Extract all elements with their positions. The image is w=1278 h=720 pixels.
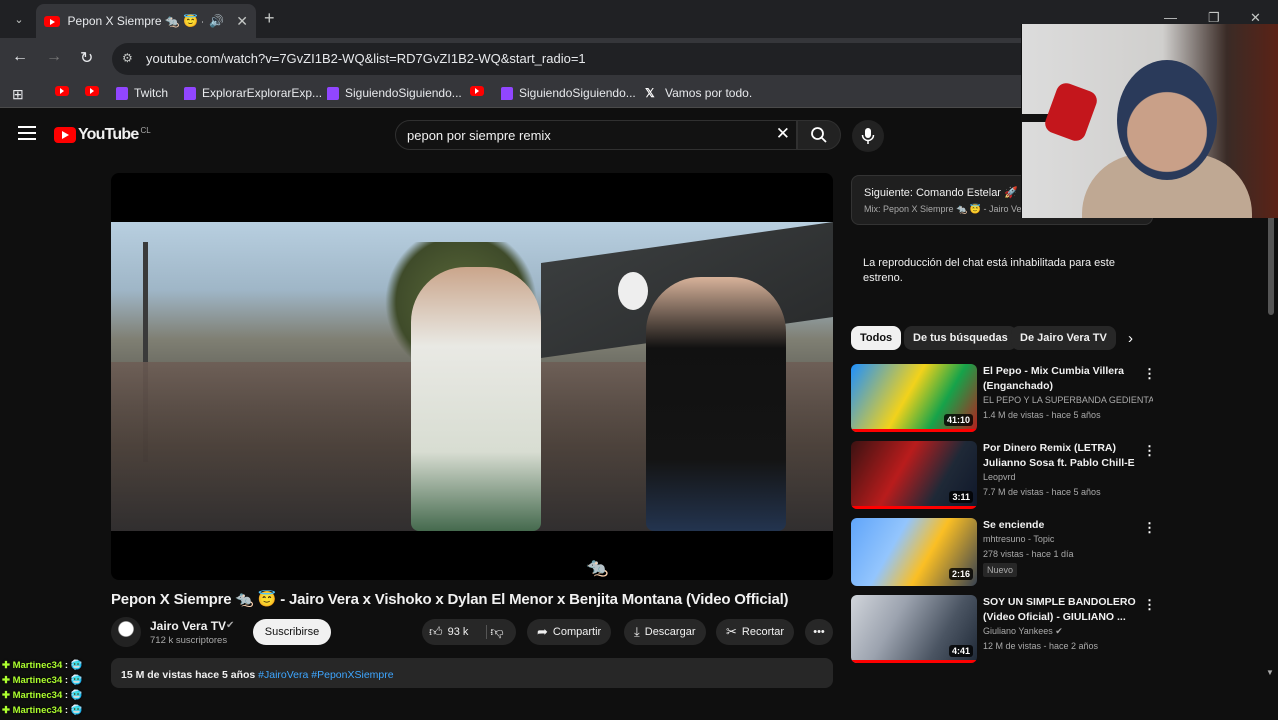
channel-name[interactable]: Jairo Vera TV	[150, 619, 226, 633]
url-text[interactable]: youtube.com/watch?v=7GvZI1B2-WQ&list=RD7…	[146, 51, 586, 66]
share-icon: ➦	[537, 624, 548, 639]
channel-avatar[interactable]	[111, 617, 141, 647]
bookmark-twitch[interactable]: Twitch	[116, 86, 168, 100]
search-query[interactable]: pepon por siempre remix	[407, 128, 551, 143]
close-tab-icon[interactable]: ✕	[236, 13, 248, 30]
more-vertical-icon[interactable]: ⋮	[1143, 443, 1156, 459]
share-button[interactable]: ➦ Compartir	[527, 619, 612, 645]
search-button[interactable]	[797, 120, 841, 150]
bookmark-explorar[interactable]: ExplorarExplorarExp...	[184, 86, 322, 100]
chat-message: ✚ Martinec34 : 🥶	[2, 660, 83, 671]
chip-todos[interactable]: Todos	[851, 326, 902, 350]
menu-icon[interactable]	[18, 126, 36, 140]
more-horizontal-icon: •••	[813, 626, 825, 638]
view-count-date: 15 M de vistas hace 5 años	[121, 669, 256, 681]
scissors-icon: ✂	[726, 624, 737, 639]
verified-icon: ✔	[226, 620, 235, 631]
youtube-favicon-icon	[44, 15, 60, 27]
forward-icon[interactable]: →	[46, 48, 62, 66]
youtube-icon	[55, 86, 69, 96]
more-vertical-icon[interactable]: ⋮	[1143, 366, 1156, 382]
video-frame	[111, 222, 833, 531]
video-thumbnail[interactable]: 3:11	[851, 441, 977, 509]
new-badge: Nuevo	[983, 563, 1018, 577]
apps-icon[interactable]: ⊞	[12, 86, 24, 103]
bookmark-siguiendo-1[interactable]: SiguiendoSiguiendo...	[327, 86, 462, 100]
browser-tab[interactable]: Pepon X Siempre 🐀 😇 - Ja 🔊 ✕	[36, 4, 256, 38]
x-icon: 𝕏	[645, 86, 655, 100]
new-tab-icon[interactable]: +	[264, 8, 275, 29]
scrollbar-thumb[interactable]	[1268, 215, 1274, 315]
search-input[interactable]: pepon por siempre remix ✕	[395, 120, 797, 150]
tab-title: Pepon X Siempre 🐀 😇 - Ja	[67, 14, 204, 28]
video-thumbnail[interactable]: 2:16	[851, 518, 977, 586]
recommendation-item[interactable]: 2:16 Se enciende mhtresuno - Topic 278 v…	[851, 518, 1156, 586]
description-box[interactable]: 15 M de vistas hace 5 años #JairoVera #P…	[111, 658, 833, 688]
verified-icon: ✔	[1055, 626, 1063, 636]
up-next-mix: Mix: Pepon X Siempre 🐀 😇 - Jairo Ver	[864, 204, 1025, 214]
video-thumbnail[interactable]: 4:41	[851, 595, 977, 663]
twitch-icon	[116, 86, 128, 100]
download-button[interactable]: ⤓ Descargar	[624, 619, 706, 645]
download-icon: ⤓	[634, 624, 640, 639]
video-title: Pepon X Siempre 🐀 😇 - Jairo Vera x Visho…	[111, 591, 789, 608]
thumbs-down-icon[interactable]: 👎︎	[490, 624, 503, 640]
minimize-icon[interactable]: —	[1164, 10, 1177, 25]
like-dislike-group: 👍︎ 93 k 👎︎	[422, 619, 516, 645]
microphone-icon	[861, 128, 875, 144]
thumbs-up-icon[interactable]: 👍︎	[429, 624, 443, 640]
streamer	[1117, 60, 1217, 180]
bookmark-siguiendo-2[interactable]: SiguiendoSiguiendo...	[501, 86, 636, 100]
recommendation-item[interactable]: 41:10 El Pepo - Mix Cumbia Villera (Enga…	[851, 364, 1156, 432]
video-player[interactable]: 🐀	[111, 173, 833, 580]
clear-search-icon[interactable]: ✕	[776, 124, 790, 144]
rat-watermark-icon: 🐀	[586, 557, 609, 577]
recommendation-item[interactable]: 4:41 SOY UN SIMPLE BANDOLERO (Video Ofic…	[851, 595, 1156, 663]
site-info-icon[interactable]: ⚙	[122, 51, 133, 65]
bookmark-youtube-1[interactable]	[55, 86, 69, 96]
divider	[486, 625, 487, 639]
twitch-icon	[501, 86, 513, 100]
scroll-down-icon[interactable]: ▼	[1266, 668, 1274, 677]
streamer-microphone	[1042, 80, 1100, 144]
webcam-overlay	[1021, 24, 1278, 218]
chat-message: ✚ Martinec34 : 🥶	[2, 675, 83, 686]
reload-icon[interactable]: ↻	[80, 48, 93, 68]
twitch-icon	[327, 86, 339, 100]
youtube-play-icon	[54, 127, 76, 143]
youtube-logo[interactable]: YouTube CL	[54, 126, 151, 144]
bookmark-x[interactable]: 𝕏 Vamos por todo.	[645, 86, 752, 100]
youtube-icon	[85, 86, 99, 96]
twitch-icon	[184, 86, 196, 100]
video-thumbnail[interactable]: 41:10	[851, 364, 977, 432]
more-vertical-icon[interactable]: ⋮	[1143, 597, 1156, 613]
up-next-title: Siguiente: Comando Estelar 🚀 - G	[864, 187, 1037, 199]
back-icon[interactable]: ←	[12, 48, 28, 66]
speaker-icon[interactable]: 🔊	[209, 14, 224, 28]
bookmark-youtube-2[interactable]	[85, 86, 99, 96]
tab-search-menu-icon[interactable]: ⌄	[8, 8, 30, 30]
more-vertical-icon[interactable]: ⋮	[1143, 520, 1156, 536]
chip-de-tus-busquedas[interactable]: De tus búsquedas	[904, 326, 1017, 350]
hashtags: #JairoVera #PeponXSiempre	[258, 669, 394, 681]
chat-message: ✚ Martinec34 : 🥶	[2, 690, 83, 701]
subscriber-count: 712 k suscriptores	[150, 635, 228, 646]
subscribe-button[interactable]: Suscribirse	[253, 619, 331, 645]
youtube-icon	[470, 86, 484, 96]
search-icon	[811, 127, 827, 143]
clip-button[interactable]: ✂ Recortar	[716, 619, 795, 645]
more-actions-button[interactable]: •••	[805, 619, 833, 645]
like-count[interactable]: 93 k	[448, 626, 469, 638]
chip-de-jairo-vera-tv[interactable]: De Jairo Vera TV	[1011, 326, 1116, 350]
chat-disabled-message: La reproducción del chat está inhabilita…	[863, 257, 1115, 284]
bookmark-youtube-3[interactable]	[470, 86, 484, 96]
recommendation-item[interactable]: 3:11 Por Dinero Remix (LETRA) Julianno S…	[851, 441, 1156, 509]
voice-search-button[interactable]	[852, 120, 884, 152]
chevron-right-icon[interactable]: ›	[1128, 330, 1133, 347]
chat-message: ✚ Martinec34 : 🥶	[2, 705, 83, 716]
